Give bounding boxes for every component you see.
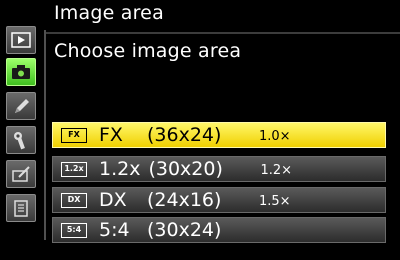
option-crop-factor: 1.0× bbox=[259, 128, 291, 144]
option-format: 1.2x bbox=[99, 158, 141, 180]
playback-icon bbox=[11, 32, 31, 48]
camera-icon bbox=[12, 65, 30, 79]
option-crop-factor: 1.2× bbox=[260, 162, 293, 178]
option-fx[interactable]: FX FX (36x24) 1.0× bbox=[52, 122, 386, 148]
dx-format-icon: DX bbox=[61, 192, 87, 208]
tab-playback-menu[interactable] bbox=[6, 26, 36, 54]
wrench-icon bbox=[14, 132, 25, 150]
option-5-4[interactable]: 5:4 5:4 (30x24) bbox=[52, 217, 386, 243]
5-4-format-icon: 5:4 bbox=[61, 222, 87, 238]
tab-retouch-menu[interactable] bbox=[6, 160, 36, 188]
tab-my-menu[interactable] bbox=[6, 194, 36, 222]
tab-shooting-menu[interactable] bbox=[6, 58, 36, 86]
option-dimensions: (30x24) bbox=[147, 219, 222, 241]
page-subtitle: Choose image area bbox=[54, 40, 242, 62]
option-format: 5:4 bbox=[99, 219, 130, 241]
option-1-2x[interactable]: 1.2x 1.2x (30x20) 1.2× bbox=[52, 156, 386, 182]
title-divider bbox=[46, 32, 400, 34]
option-format: FX bbox=[99, 124, 123, 146]
1-2x-format-icon: 1.2x bbox=[61, 161, 87, 177]
option-format: DX bbox=[99, 189, 127, 211]
option-dimensions: (24x16) bbox=[147, 189, 222, 211]
retouch-icon bbox=[12, 166, 30, 182]
option-dimensions: (30x20) bbox=[148, 158, 223, 180]
option-dx[interactable]: DX DX (24x16) 1.5× bbox=[52, 187, 386, 213]
menu-title: Image area bbox=[54, 2, 164, 24]
tab-setup-menu[interactable] bbox=[6, 126, 36, 154]
option-crop-factor: 1.5× bbox=[259, 193, 291, 209]
option-dimensions: (36x24) bbox=[147, 124, 222, 146]
my-menu-icon bbox=[14, 200, 28, 217]
fx-format-icon: FX bbox=[61, 127, 87, 143]
pencil-icon bbox=[15, 99, 29, 113]
frame-divider bbox=[44, 30, 46, 240]
menu-tab-sidebar bbox=[0, 0, 44, 260]
tab-custom-settings-menu[interactable] bbox=[6, 92, 36, 120]
